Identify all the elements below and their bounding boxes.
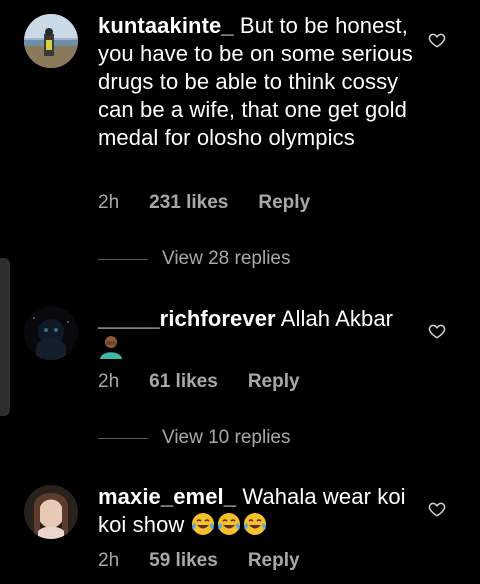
avatar[interactable] [24, 306, 78, 360]
comment-time: 2h [98, 371, 120, 392]
heart-outline-icon[interactable] [428, 31, 446, 49]
divider-line [98, 437, 148, 439]
comment-meta: 2h 59 likes Reply [98, 550, 300, 572]
likes-count[interactable]: 61 likes [149, 371, 218, 393]
comment-meta: 2h 231 likes Reply [98, 192, 310, 214]
reply-button[interactable]: Reply [248, 550, 300, 572]
reply-button[interactable]: Reply [258, 192, 310, 214]
comment-text-block: _____richforever Allah Akbar [98, 305, 420, 366]
view-replies-label: View 10 replies [162, 427, 291, 448]
person-facepalm-emoji [100, 336, 122, 359]
avatar[interactable] [24, 485, 78, 539]
likes-count[interactable]: 231 likes [149, 192, 228, 214]
likes-count[interactable]: 59 likes [149, 550, 218, 572]
view-replies-button[interactable]: View 28 replies [98, 248, 291, 270]
username[interactable]: kuntaakinte_ [98, 13, 234, 38]
comment-time: 2h [98, 192, 120, 213]
face-with-tears-of-joy-emoji [217, 513, 240, 535]
view-replies-label: View 28 replies [162, 248, 291, 269]
divider-line [98, 258, 148, 260]
avatar[interactable] [24, 14, 78, 68]
comment-meta: 2h 61 likes Reply [98, 371, 300, 393]
heart-outline-icon[interactable] [428, 322, 446, 340]
username[interactable]: maxie_emel_ [98, 484, 236, 509]
comment-text-block: maxie_emel_ Wahala wear koi koi show [98, 483, 420, 539]
face-with-tears-of-joy-emoji [191, 513, 214, 535]
face-with-tears-of-joy-emoji [243, 513, 266, 535]
username[interactable]: _____richforever [98, 306, 276, 331]
comment-text-block: kuntaakinte_ But to be honest, you have … [98, 12, 420, 152]
comment-time: 2h [98, 550, 120, 571]
comment-text: Allah Akbar [280, 306, 394, 331]
heart-outline-icon[interactable] [428, 500, 446, 518]
view-replies-button[interactable]: View 10 replies [98, 427, 291, 449]
reply-button[interactable]: Reply [248, 371, 300, 393]
edge-handle [0, 258, 10, 416]
